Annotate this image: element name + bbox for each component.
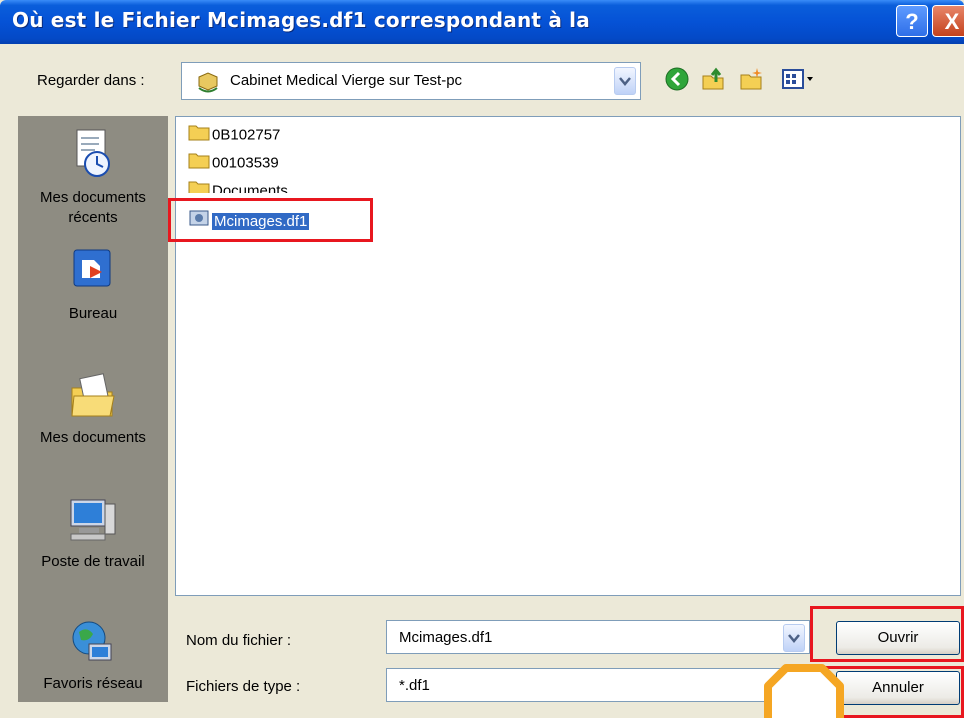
help-button[interactable]: ? xyxy=(896,5,928,37)
my-documents-icon xyxy=(66,373,120,426)
filetype-label: Fichiers de type : xyxy=(186,678,301,695)
lookin-label: Regarder dans : xyxy=(37,72,145,89)
lookin-combo[interactable]: Cabinet Medical Vierge sur Test-pc xyxy=(181,62,641,100)
annotation-arrow-icon xyxy=(764,664,844,718)
place-desktop[interactable]: Bureau xyxy=(18,246,168,324)
place-label: Mes documents récents xyxy=(40,189,146,226)
network-places-icon xyxy=(65,621,121,672)
filename-field[interactable]: Mcimages.df1 xyxy=(386,620,810,654)
dialog-title: Où est le Fichier Mcimages.df1 correspon… xyxy=(12,8,590,32)
network-drive-icon xyxy=(196,71,220,97)
recent-documents-icon xyxy=(67,129,119,186)
place-label: Bureau xyxy=(68,305,118,322)
place-my-computer[interactable]: Poste de travail xyxy=(18,494,168,572)
up-folder-icon[interactable] xyxy=(700,66,726,96)
list-item[interactable]: 00103539 xyxy=(188,151,279,173)
my-computer-icon xyxy=(65,499,121,550)
desktop-icon xyxy=(68,249,118,302)
place-recent-documents[interactable]: Mes documents récents xyxy=(18,126,168,228)
title-bar: Où est le Fichier Mcimages.df1 correspon… xyxy=(0,0,964,44)
folder-icon xyxy=(188,151,210,176)
chevron-down-icon xyxy=(619,77,631,86)
filetype-field[interactable]: *.df1 xyxy=(386,668,810,702)
filename-label: Nom du fichier : xyxy=(186,632,292,649)
filetype-value: *.df1 xyxy=(399,677,430,694)
place-network-places[interactable]: Favoris réseau xyxy=(18,616,168,694)
view-menu-icon[interactable] xyxy=(780,66,820,96)
back-icon[interactable] xyxy=(664,66,690,96)
place-label: Poste de travail xyxy=(41,553,145,570)
file-list[interactable]: 0B102757 00103539 Documents Mcimages.df1 xyxy=(175,116,961,596)
new-folder-icon[interactable] xyxy=(738,66,764,96)
folder-icon xyxy=(188,179,210,193)
filename-dropdown-button[interactable] xyxy=(783,624,805,652)
folder-icon xyxy=(188,123,210,148)
places-bar: Mes documents récents Bureau Mes documen… xyxy=(18,116,168,702)
chevron-down-icon xyxy=(788,634,800,643)
list-item[interactable]: Documents xyxy=(188,179,288,193)
place-label: Mes documents xyxy=(40,429,146,446)
filename-value: Mcimages.df1 xyxy=(399,629,493,646)
lookin-value: Cabinet Medical Vierge sur Test-pc xyxy=(230,72,463,89)
place-label: Favoris réseau xyxy=(43,675,143,692)
highlight-box xyxy=(810,606,964,662)
close-button[interactable]: X xyxy=(932,5,964,37)
highlight-box xyxy=(168,198,373,242)
place-my-documents[interactable]: Mes documents xyxy=(18,368,168,448)
list-item[interactable]: 0B102757 xyxy=(188,123,280,145)
lookin-dropdown-button[interactable] xyxy=(614,67,636,95)
